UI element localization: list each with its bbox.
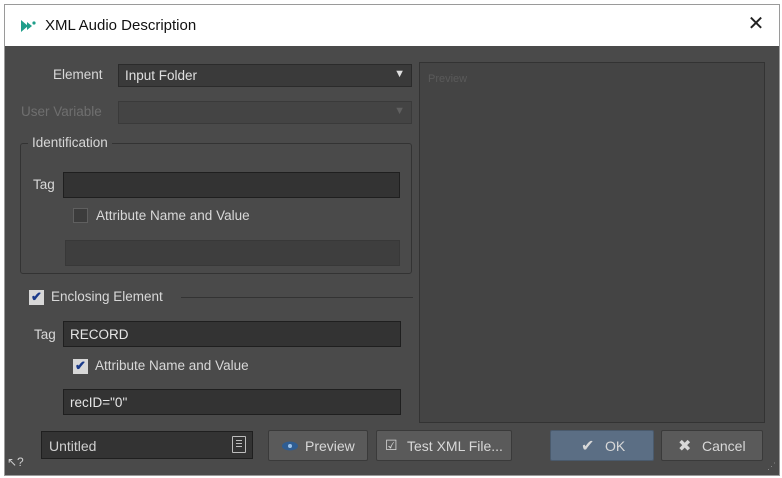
element-select-value: Input Folder — [125, 68, 198, 83]
dialog-body: Element Input Folder ▼ User Variable ▼ I… — [5, 46, 779, 475]
resize-grip-icon[interactable]: ⋰ — [767, 461, 776, 472]
user-variable-select[interactable]: ▼ — [118, 101, 412, 124]
element-select[interactable]: Input Folder ▼ — [118, 64, 412, 87]
enclosing-attr-label: Attribute Name and Value — [95, 358, 249, 373]
identification-attr-checkbox[interactable] — [73, 208, 88, 223]
enclosing-attr-value: recID="0" — [70, 395, 128, 410]
ok-button-label: OK — [605, 438, 626, 454]
close-icon[interactable]: ✕ — [745, 13, 767, 35]
app-logo-icon — [21, 20, 36, 32]
identification-tag-input[interactable] — [63, 172, 400, 198]
chevron-down-icon: ▼ — [394, 68, 405, 80]
help-cursor-icon[interactable]: ↖? — [7, 455, 24, 469]
dialog-window: XML Audio Description ✕ Element Input Fo… — [4, 4, 780, 476]
ok-button[interactable]: ✔ OK — [550, 430, 654, 461]
preset-name-input[interactable]: Untitled — [41, 431, 253, 459]
document-icon[interactable] — [232, 436, 246, 453]
enclosing-tag-input[interactable]: RECORD — [63, 321, 401, 347]
eye-icon — [282, 441, 298, 451]
enclosing-attr-input[interactable]: recID="0" — [63, 389, 401, 415]
identification-attr-input[interactable] — [65, 240, 400, 266]
check-document-icon: ☑ — [385, 437, 398, 453]
user-variable-label: User Variable — [21, 104, 102, 119]
identification-title: Identification — [28, 135, 112, 150]
enclosing-tag-label: Tag — [34, 327, 56, 342]
window-title: XML Audio Description — [45, 17, 197, 34]
enclosing-divider — [181, 297, 413, 298]
title-bar: XML Audio Description ✕ — [5, 5, 779, 46]
identification-attr-label: Attribute Name and Value — [96, 208, 250, 223]
preview-button-label: Preview — [305, 438, 355, 454]
enclosing-element-checkbox[interactable] — [29, 289, 44, 305]
enclosing-element-label: Enclosing Element — [51, 289, 163, 304]
test-xml-file-label: Test XML File... — [407, 438, 503, 454]
enclosing-attr-checkbox[interactable] — [73, 358, 88, 374]
preview-pane: Preview — [419, 62, 765, 423]
identification-tag-label: Tag — [33, 177, 55, 192]
preview-placeholder: Preview — [428, 73, 468, 85]
enclosing-tag-value: RECORD — [70, 327, 129, 342]
element-label: Element — [53, 67, 103, 82]
preview-button[interactable]: Preview — [268, 430, 368, 461]
x-icon: ✖ — [678, 438, 692, 455]
cancel-button[interactable]: ✖ Cancel — [661, 430, 763, 461]
check-icon: ✔ — [581, 438, 595, 455]
test-xml-file-button[interactable]: ☑ Test XML File... — [376, 430, 512, 461]
chevron-down-icon: ▼ — [394, 105, 405, 117]
cancel-button-label: Cancel — [702, 438, 746, 454]
preset-name-value: Untitled — [49, 438, 97, 454]
